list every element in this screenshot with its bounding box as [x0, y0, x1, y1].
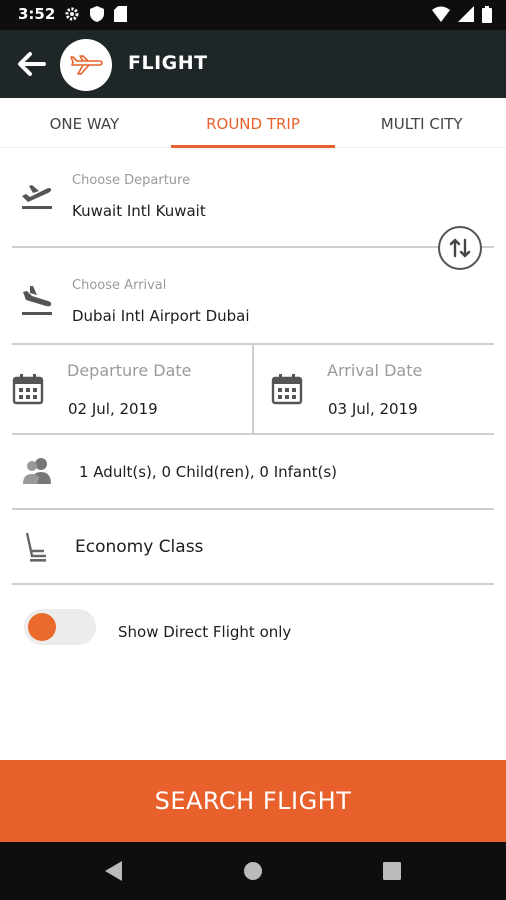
- battery-icon: [482, 6, 492, 23]
- flight-takeoff-icon: [22, 185, 52, 209]
- shield-icon: [90, 6, 104, 22]
- departure-value: Kuwait Intl Kuwait: [72, 202, 206, 220]
- arrow-left-icon: [18, 52, 46, 76]
- seat-icon: [25, 532, 46, 562]
- tab-multi-city[interactable]: MULTI CITY: [337, 98, 506, 147]
- flight-land-icon: [22, 286, 52, 315]
- calendar-icon: [12, 374, 44, 405]
- tab-one-way[interactable]: ONE WAY: [0, 98, 169, 147]
- tab-round-trip[interactable]: ROUND TRIP: [169, 98, 338, 148]
- trip-type-tabs: ONE WAY ROUND TRIP MULTI CITY: [0, 98, 506, 148]
- toggle-knob: [28, 613, 56, 641]
- direct-flight-label: Show Direct Flight only: [118, 623, 292, 641]
- travellers-value: 1 Adult(s), 0 Child(ren), 0 Infant(s): [79, 463, 338, 481]
- signal-icon: [458, 6, 474, 22]
- airplane-icon: [70, 55, 103, 75]
- cabin-class-value: Economy Class: [75, 537, 204, 557]
- people-icon: [23, 458, 51, 484]
- nav-home-button[interactable]: [238, 856, 268, 886]
- gear-icon: [65, 7, 79, 21]
- departure-date-label: Departure Date: [67, 361, 192, 380]
- home-circle-icon: [244, 862, 262, 880]
- system-nav-bar: [0, 842, 506, 900]
- status-time: 3:52: [18, 5, 56, 23]
- search-flight-button[interactable]: SEARCH FLIGHT: [0, 760, 506, 842]
- back-triangle-icon: [105, 861, 122, 881]
- nav-back-button[interactable]: [98, 856, 128, 886]
- swap-airports-button[interactable]: [438, 226, 482, 270]
- departure-label: Choose Departure: [72, 173, 191, 188]
- app-logo: [60, 39, 112, 91]
- calendar-icon: [271, 374, 303, 405]
- date-divider: [252, 344, 254, 434]
- divider: [12, 583, 494, 585]
- nav-recents-button[interactable]: [377, 856, 407, 886]
- recents-square-icon: [383, 862, 401, 880]
- app-bar: FLIGHT: [0, 30, 506, 98]
- wifi-icon: [432, 6, 450, 22]
- departure-date-value: 02 Jul, 2019: [68, 400, 158, 418]
- divider: [12, 433, 494, 435]
- swap-vertical-icon: [449, 238, 471, 258]
- divider: [12, 246, 494, 248]
- back-button[interactable]: [12, 46, 50, 82]
- direct-flight-toggle[interactable]: [24, 609, 96, 645]
- arrival-value: Dubai Intl Airport Dubai: [72, 307, 250, 325]
- page-title: FLIGHT: [128, 52, 208, 74]
- divider: [12, 508, 494, 510]
- sd-card-icon: [114, 6, 127, 22]
- arrival-label: Choose Arrival: [72, 278, 167, 293]
- status-bar: 3:52: [0, 0, 506, 30]
- arrival-date-label: Arrival Date: [327, 361, 423, 380]
- arrival-date-value: 03 Jul, 2019: [328, 400, 418, 418]
